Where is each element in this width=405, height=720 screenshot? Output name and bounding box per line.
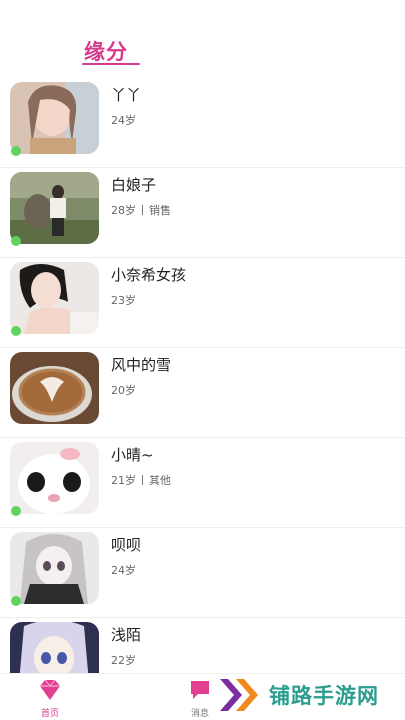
list-item[interactable]: 白娘子 28岁 销售 <box>0 168 405 258</box>
avatar[interactable] <box>10 172 99 244</box>
avatar[interactable] <box>10 352 99 424</box>
user-age: 24岁 <box>111 114 136 127</box>
user-occupation: 其他 <box>149 474 171 487</box>
user-meta: 22岁 <box>111 652 136 668</box>
header: 缘分 <box>0 0 405 74</box>
user-meta: 24岁 <box>111 112 136 128</box>
user-meta: 24岁 <box>111 562 136 578</box>
user-name: 白娘子 <box>111 176 157 194</box>
user-meta: 20岁 <box>111 382 136 398</box>
user-name: 小晴~ <box>111 446 154 464</box>
diamond-icon <box>40 679 60 700</box>
avatar-image <box>10 262 99 334</box>
tab-home-label: 首页 <box>40 709 59 719</box>
avatar[interactable] <box>10 82 99 154</box>
user-meta: 21岁 其他 <box>111 472 171 488</box>
user-age: 22岁 <box>111 654 136 667</box>
list-item[interactable]: 丫丫 24岁 <box>0 78 405 168</box>
meta-separator <box>142 475 143 485</box>
list-item[interactable]: 小晴~ 21岁 其他 <box>0 438 405 528</box>
page-title: 缘分 <box>84 40 128 64</box>
avatar-image <box>10 172 99 244</box>
avatar[interactable] <box>10 262 99 334</box>
tab-home[interactable]: 首页 <box>20 676 80 720</box>
avatar-image <box>10 442 99 514</box>
user-age: 20岁 <box>111 384 136 397</box>
user-occupation: 销售 <box>149 204 171 217</box>
user-name: 小奈希女孩 <box>111 266 187 284</box>
user-name: 丫丫 <box>111 86 142 104</box>
list-item[interactable]: 呗呗 24岁 <box>0 528 405 618</box>
chat-bubble-icon <box>191 681 209 699</box>
list-item[interactable]: 风中的雪 20岁 <box>0 348 405 438</box>
avatar-image <box>10 352 99 424</box>
user-name: 风中的雪 <box>111 356 172 374</box>
user-name: 浅陌 <box>111 626 142 644</box>
online-status-dot <box>11 236 21 246</box>
watermark: 铺路手游网 <box>215 673 405 718</box>
user-meta: 23岁 <box>111 292 136 308</box>
meta-separator <box>142 205 143 215</box>
user-name: 呗呗 <box>111 536 142 554</box>
user-age: 24岁 <box>111 564 136 577</box>
online-status-dot <box>11 506 21 516</box>
user-age: 21岁 <box>111 474 136 487</box>
online-status-dot <box>11 596 21 606</box>
user-list: 丫丫 24岁 白娘子 28岁 销售 小奈希女孩 23岁 风中的雪 20岁 小晴~… <box>0 78 405 708</box>
user-age: 23岁 <box>111 294 136 307</box>
title-underline <box>82 63 140 65</box>
avatar[interactable] <box>10 442 99 514</box>
watermark-logo-icon <box>220 679 258 711</box>
avatar-image <box>10 82 99 154</box>
online-status-dot <box>11 146 21 156</box>
avatar[interactable] <box>10 532 99 604</box>
user-meta: 28岁 销售 <box>111 202 171 218</box>
avatar-image <box>10 532 99 604</box>
user-age: 28岁 <box>111 204 136 217</box>
watermark-text: 铺路手游网 <box>269 684 379 708</box>
list-item[interactable]: 小奈希女孩 23岁 <box>0 258 405 348</box>
online-status-dot <box>11 326 21 336</box>
